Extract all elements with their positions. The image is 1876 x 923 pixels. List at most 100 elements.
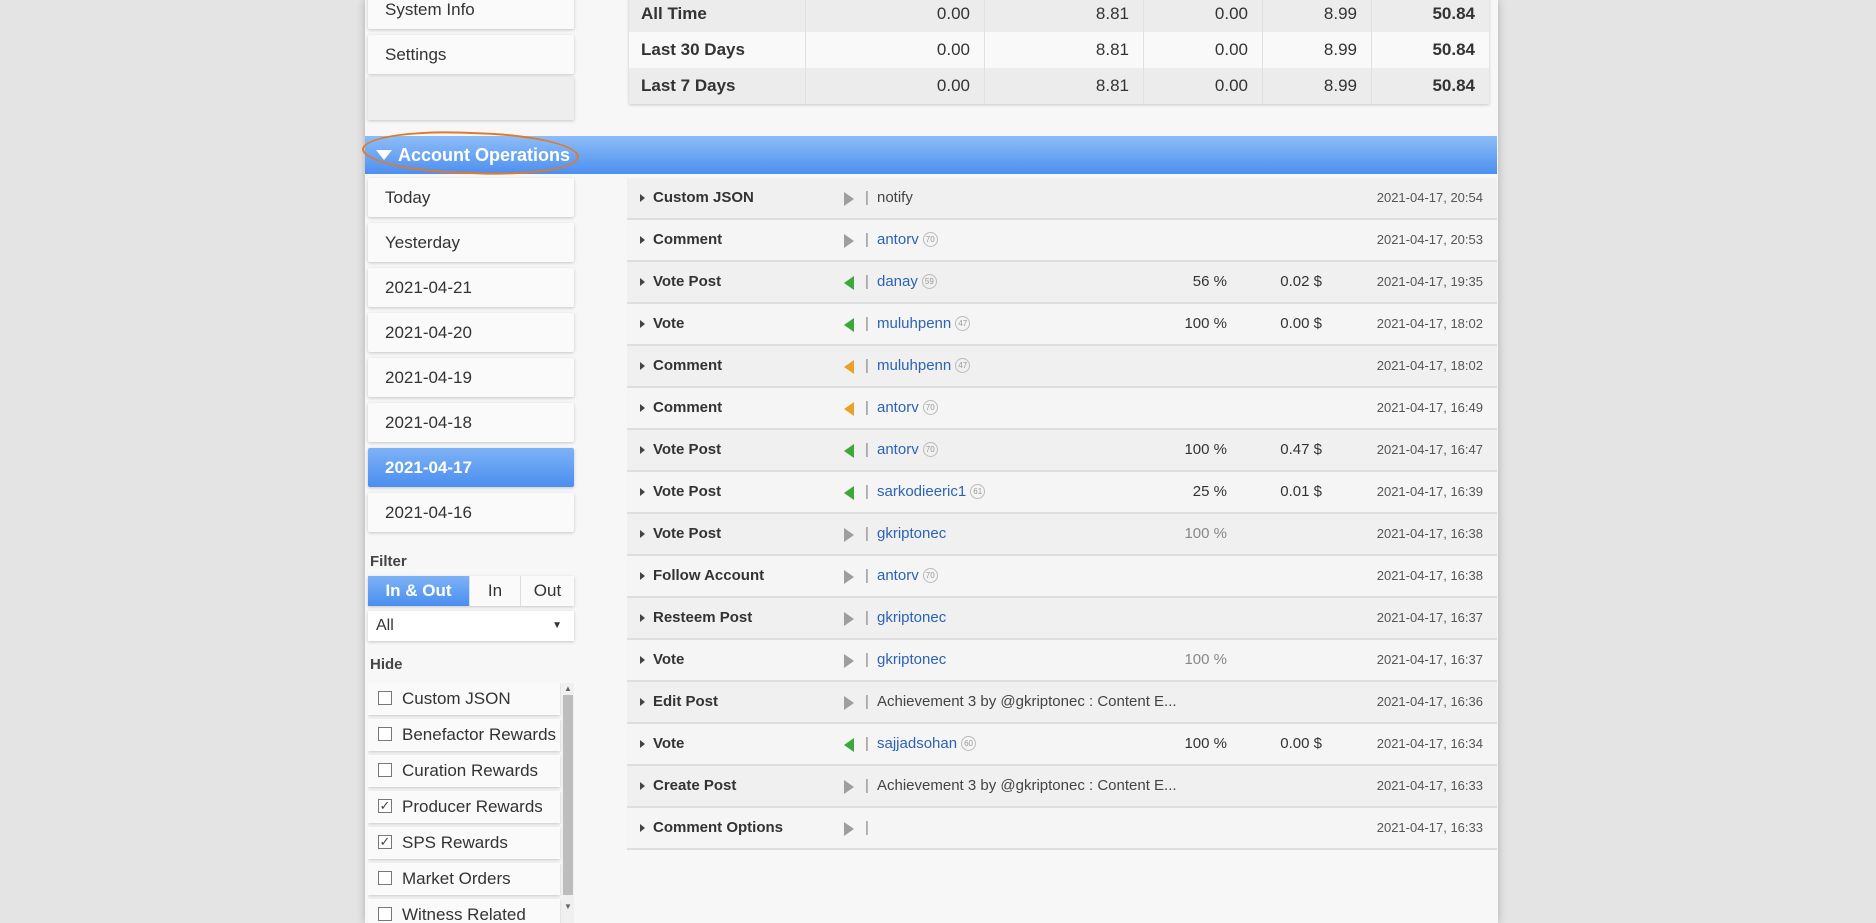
expand-caret-icon[interactable] xyxy=(640,404,645,412)
account-link[interactable]: gkriptonec xyxy=(877,598,946,638)
account-link[interactable]: sajjadsohan 60 xyxy=(877,724,977,764)
date-item[interactable]: 2021-04-19 xyxy=(368,358,574,397)
filter-in-button[interactable]: In xyxy=(470,576,521,606)
hide-option-curation-rewards[interactable]: Curation Rewards xyxy=(368,755,560,787)
expand-caret-icon[interactable] xyxy=(640,782,645,790)
account-link[interactable]: gkriptonec xyxy=(877,514,946,554)
subject-text: muluhpenn xyxy=(877,315,952,332)
sidebar-item-system-info[interactable]: System Info xyxy=(368,0,574,29)
hide-option-benefactor-rewards[interactable]: Benefactor Rewards xyxy=(368,719,560,751)
stats-cell: 8.81 xyxy=(984,0,1144,32)
expand-caret-icon[interactable] xyxy=(640,194,645,202)
vote-weight: 100 % xyxy=(1184,315,1227,332)
operation-row[interactable]: Comment | antorv 70 2021-04-17, 20:53 xyxy=(627,220,1497,262)
timestamp: 2021-04-17, 16:39 xyxy=(1376,484,1483,499)
operation-row[interactable]: Vote | gkriptonec 100 % 2021-04-17, 16:37 xyxy=(627,640,1497,682)
hide-option-producer-rewards[interactable]: ✓ Producer Rewards xyxy=(368,791,560,823)
operation-row[interactable]: Vote | sajjadsohan 60 100 % 0.00 $ 2021-04-17,… xyxy=(627,724,1497,766)
expand-caret-icon[interactable] xyxy=(640,614,645,622)
expand-caret-icon[interactable] xyxy=(640,824,645,832)
expand-caret-icon[interactable] xyxy=(640,698,645,706)
hide-option-market-orders[interactable]: Market Orders xyxy=(368,863,560,895)
expand-caret-icon[interactable] xyxy=(640,362,645,370)
date-item-yesterday[interactable]: Yesterday xyxy=(368,223,574,262)
hide-option-custom-json[interactable]: Custom JSON xyxy=(368,683,560,715)
expand-caret-icon[interactable] xyxy=(640,740,645,748)
account-link[interactable]: muluhpenn 47 xyxy=(877,304,971,344)
checkbox[interactable] xyxy=(378,763,392,777)
hide-option-sps-rewards[interactable]: ✓ SPS Rewards xyxy=(368,827,560,859)
account-link[interactable]: gkriptonec xyxy=(877,640,946,680)
scroll-thumb[interactable] xyxy=(563,695,573,895)
checkbox-checked[interactable]: ✓ xyxy=(378,835,392,849)
account-link[interactable]: antorv 70 xyxy=(877,556,938,596)
operation-row[interactable]: Vote Post | danay 59 56 % 0.02 $ 2021-04-17, 1… xyxy=(627,262,1497,304)
operation-row[interactable]: Vote Post | sarkodieeric1 61 25 % 0.01 $ 2021-… xyxy=(627,472,1497,514)
checkbox[interactable] xyxy=(378,727,392,741)
date-item[interactable]: 2021-04-16 xyxy=(368,493,574,532)
scroll-up-arrow-icon[interactable]: ▲ xyxy=(562,683,574,695)
operation-row[interactable]: Vote Post | antorv 70 100 % 0.47 $ 2021-04-17,… xyxy=(627,430,1497,472)
operation-row[interactable]: Vote | muluhpenn 47 100 % 0.00 $ 2021-04-17, 1… xyxy=(627,304,1497,346)
vote-value: 0.00 $ xyxy=(1280,735,1322,752)
date-item[interactable]: 2021-04-20 xyxy=(368,313,574,352)
hide-checkbox-list: Custom JSON Benefactor Rewards Curation … xyxy=(368,683,574,923)
direction-arrow-icon xyxy=(844,234,854,248)
operation-type: Edit Post xyxy=(653,693,719,710)
account-link[interactable]: antorv 70 xyxy=(877,388,938,428)
account-link[interactable]: sarkodieeric1 61 xyxy=(877,472,986,512)
subject-text: muluhpenn xyxy=(877,357,952,374)
expand-caret-icon[interactable] xyxy=(640,530,645,538)
operation-row[interactable]: Edit Post | Achievement 3 by @gkriptonec :… xyxy=(627,682,1497,724)
subject-text: gkriptonec xyxy=(877,609,947,626)
direction-arrow-icon xyxy=(844,402,854,416)
stats-cell: 0.00 xyxy=(805,0,985,32)
operation-row[interactable]: Comment Options | 2021-04-17, 16:33 xyxy=(627,808,1497,850)
timestamp: 2021-04-17, 16:33 xyxy=(1376,820,1483,835)
filter-in-out-button[interactable]: In & Out xyxy=(368,576,470,606)
filter-out-button[interactable]: Out xyxy=(521,576,574,606)
stats-total: 50.84 xyxy=(1371,32,1489,68)
account-link[interactable]: danay 59 xyxy=(877,262,937,302)
direction-arrow-icon xyxy=(844,612,854,626)
expand-caret-icon[interactable] xyxy=(640,488,645,496)
account-link[interactable]: muluhpenn 47 xyxy=(877,346,971,386)
scroll-down-arrow-icon[interactable]: ▼ xyxy=(562,901,574,913)
date-item-selected[interactable]: 2021-04-17 xyxy=(368,448,574,487)
operation-type-select[interactable]: All ▼ xyxy=(368,611,574,641)
operation-row[interactable]: Comment | antorv 70 2021-04-17, 16:49 xyxy=(627,388,1497,430)
operation-row[interactable]: Vote Post | gkriptonec 100 % 2021-04-17, 16:… xyxy=(627,514,1497,556)
hide-list-scrollbar[interactable]: ▲ ▼ xyxy=(562,683,574,923)
expand-caret-icon[interactable] xyxy=(640,656,645,664)
stats-cell: 0.00 xyxy=(805,32,985,68)
checkbox[interactable] xyxy=(378,871,392,885)
operation-row[interactable]: Comment | muluhpenn 47 2021-04-17, 18:02 xyxy=(627,346,1497,388)
checkbox[interactable] xyxy=(378,907,392,921)
expand-caret-icon[interactable] xyxy=(640,320,645,328)
operation-row[interactable]: Create Post | Achievement 3 by @gkriptonec… xyxy=(627,766,1497,808)
hide-option-witness-related[interactable]: Witness Related xyxy=(368,899,560,923)
account-operations-header[interactable]: Account Operations xyxy=(361,128,1497,178)
date-item-today[interactable]: Today xyxy=(368,178,574,217)
expand-caret-icon[interactable] xyxy=(640,236,645,244)
checkbox-checked[interactable]: ✓ xyxy=(378,799,392,813)
account-link[interactable]: antorv 70 xyxy=(877,220,938,260)
account-link[interactable]: antorv 70 xyxy=(877,430,938,470)
vote-weight: 100 % xyxy=(1184,651,1227,668)
operation-row[interactable]: Follow Account | antorv 70 2021-04-17, 16:38 xyxy=(627,556,1497,598)
sidebar-item-settings[interactable]: Settings xyxy=(368,35,574,74)
operation-row[interactable]: Resteem Post | gkriptonec 2021-04-17, 16:37 xyxy=(627,598,1497,640)
timestamp: 2021-04-17, 16:37 xyxy=(1376,652,1483,667)
timestamp: 2021-04-17, 19:35 xyxy=(1376,274,1483,289)
separator: | xyxy=(865,567,869,584)
vote-value: 0.00 $ xyxy=(1280,315,1322,332)
expand-caret-icon[interactable] xyxy=(640,572,645,580)
expand-caret-icon[interactable] xyxy=(640,446,645,454)
operation-row[interactable]: Custom JSON | notify 2021-04-17, 20:54 xyxy=(627,178,1497,220)
checkbox[interactable] xyxy=(378,691,392,705)
date-item[interactable]: 2021-04-18 xyxy=(368,403,574,442)
direction-arrow-icon xyxy=(844,654,854,668)
expand-caret-icon[interactable] xyxy=(640,278,645,286)
date-item[interactable]: 2021-04-21 xyxy=(368,268,574,307)
stats-cell: 0.00 xyxy=(805,68,985,104)
